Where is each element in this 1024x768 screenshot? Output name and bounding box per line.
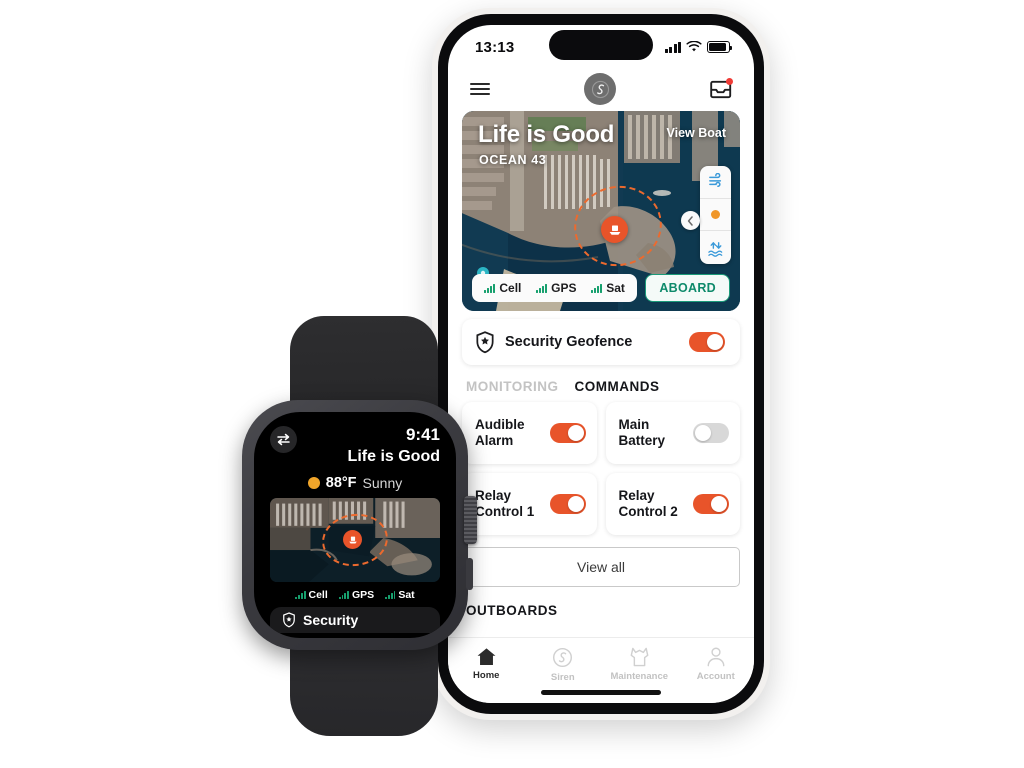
apple-watch-device: 9:41 Life is Good 88°F Sunny Cell GPS Sa…: [232, 316, 494, 736]
signal-sat-label: Sat: [606, 281, 625, 295]
account-person-icon: [707, 647, 725, 667]
signal-bars-icon: [295, 591, 306, 599]
boat-marker-icon[interactable]: [343, 530, 362, 549]
command-label: Main Battery: [618, 416, 666, 448]
watch-case: 9:41 Life is Good 88°F Sunny Cell GPS Sa…: [242, 400, 477, 650]
nav-item-account[interactable]: Account: [678, 647, 755, 682]
status-bar-time: 13:13: [475, 38, 515, 56]
sun-icon: [307, 477, 320, 489]
nav-label: Account: [696, 671, 735, 682]
signal-bars-icon: [591, 283, 603, 293]
page-title: Life is Good: [478, 121, 615, 148]
watch-signal-sat: Sat: [385, 589, 415, 601]
tide-levels-icon[interactable]: [707, 242, 724, 257]
security-geofence-label: Security Geofence: [505, 334, 633, 350]
status-bar: 13:13: [448, 25, 754, 69]
command-label: Relay Control 2: [618, 487, 678, 519]
relay-control-1-toggle[interactable]: [549, 494, 586, 514]
hamburger-menu-icon[interactable]: [470, 82, 490, 96]
security-geofence-left: Security Geofence: [475, 330, 633, 354]
security-geofence-toggle[interactable]: [689, 332, 725, 352]
cellular-bars-icon: [664, 41, 681, 53]
tab-commands[interactable]: COMMANDS: [575, 379, 660, 394]
inbox-icon[interactable]: [710, 77, 733, 99]
watch-top-bar: 9:41 Life is Good: [270, 426, 440, 466]
current-layer-dot-icon[interactable]: [711, 210, 720, 219]
signal-gps: GPS: [536, 281, 576, 295]
watch-time: 9:41: [405, 425, 440, 444]
watch-signal-sat-label: Sat: [398, 589, 415, 601]
watch-side-button[interactable]: [466, 558, 473, 590]
view-boat-link[interactable]: View Boat: [666, 126, 726, 140]
boat-map-card[interactable]: Life is Good OCEAN 43 View Boat Cell GPS…: [462, 111, 740, 311]
signal-sat: Sat: [591, 281, 625, 295]
security-geofence-row[interactable]: Security Geofence: [462, 319, 740, 365]
command-card-relay-control-2[interactable]: Relay Control 2: [605, 473, 740, 535]
shield-star-icon: [283, 612, 295, 628]
signal-bars-icon: [338, 591, 349, 599]
siren-swirl-icon: [553, 648, 573, 667]
watch-header-text: 9:41 Life is Good: [348, 426, 440, 466]
watch-signal-cell-label: Cell: [308, 589, 328, 601]
boat-model-label: OCEAN 43: [479, 153, 547, 167]
watch-signal-gps: GPS: [338, 589, 375, 601]
signal-bars-icon: [536, 283, 548, 293]
chevron-left-icon[interactable]: [681, 211, 700, 230]
app-header: [448, 69, 754, 109]
nav-label: Maintenance: [610, 671, 669, 682]
digital-crown[interactable]: [464, 496, 477, 544]
signal-bars-icon: [385, 591, 396, 599]
nav-item-maintenance[interactable]: Maintenance: [601, 647, 678, 682]
battery-icon: [707, 41, 732, 53]
nav-label: Siren: [550, 672, 575, 683]
notification-badge: [726, 77, 733, 85]
watch-map[interactable]: [270, 498, 440, 582]
watch-screen: 9:41 Life is Good 88°F Sunny Cell GPS Sa…: [254, 412, 456, 638]
map-layer-controls[interactable]: [700, 166, 731, 264]
watch-boat-name: Life is Good: [347, 448, 440, 465]
wind-icon[interactable]: [708, 173, 724, 187]
watch-security-card[interactable]: Security: [270, 607, 440, 633]
watch-temperature: 88°F: [325, 475, 357, 491]
watch-security-label: Security: [303, 612, 359, 628]
signal-cell: Cell: [484, 281, 521, 295]
boat-marker-icon[interactable]: [601, 216, 628, 243]
audible-alarm-toggle[interactable]: [549, 423, 586, 443]
main-battery-toggle[interactable]: [693, 423, 729, 443]
watch-signal-gps-label: GPS: [351, 589, 375, 601]
control-divider: [700, 198, 731, 199]
nav-item-siren[interactable]: Siren: [525, 647, 602, 683]
connectivity-status-row: Cell GPS Sat ABOARD: [472, 274, 730, 302]
siren-marine-logo-icon[interactable]: [584, 73, 616, 105]
status-bar-icons: [664, 41, 732, 53]
signal-gps-label: GPS: [551, 281, 577, 295]
watch-signal-cell: Cell: [295, 589, 328, 601]
maintenance-wrench-icon: [630, 647, 649, 667]
control-divider: [700, 230, 731, 231]
swap-arrows-icon[interactable]: [270, 426, 297, 453]
signal-bars-icon: [484, 283, 496, 293]
command-card-main-battery[interactable]: Main Battery: [605, 402, 740, 464]
home-indicator: [541, 690, 661, 695]
relay-control-2-toggle[interactable]: [693, 494, 729, 514]
view-all-button[interactable]: View all: [462, 547, 740, 587]
status-badge: ABOARD: [645, 274, 730, 302]
dynamic-island: [549, 30, 653, 60]
signal-cell-label: Cell: [499, 281, 522, 295]
signal-status-pill[interactable]: Cell GPS Sat: [472, 274, 638, 302]
watch-signal-row: Cell GPS Sat: [270, 589, 440, 601]
wifi-icon: [686, 41, 702, 52]
watch-weather-row: 88°F Sunny: [270, 475, 440, 491]
watch-condition: Sunny: [362, 475, 403, 491]
